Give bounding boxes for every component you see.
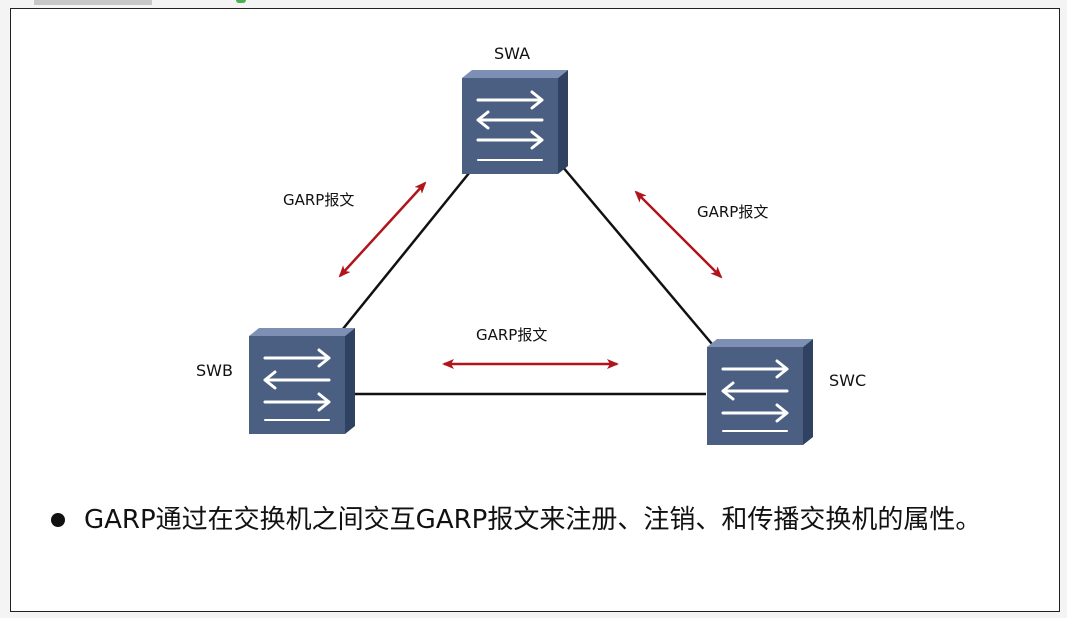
node-label-swc: SWC (829, 371, 866, 390)
switch-swc-side (803, 339, 813, 445)
switch-swc-top (707, 339, 813, 347)
garp-label-swa-swc: GARP报文 (697, 203, 768, 221)
node-label-swa: SWA (494, 44, 530, 63)
switch-swb-side (345, 328, 355, 434)
garp-label-swa-swb: GARP报文 (283, 191, 354, 209)
switch-swb (249, 328, 355, 434)
bullet-dot (51, 513, 65, 527)
switch-swb-top (249, 328, 355, 336)
switch-swa (462, 70, 568, 174)
switch-swa-top (462, 70, 568, 78)
bullet-text: GARP通过在交换机之间交互GARP报文来注册、注销、和传播交换机的属性。 (84, 505, 982, 535)
switch-swa-side (558, 70, 568, 174)
link-swa-swb (333, 161, 479, 341)
garp-label-swb-swc: GARP报文 (476, 326, 547, 344)
node-label-swb: SWB (196, 361, 233, 380)
switch-swc (707, 339, 813, 445)
